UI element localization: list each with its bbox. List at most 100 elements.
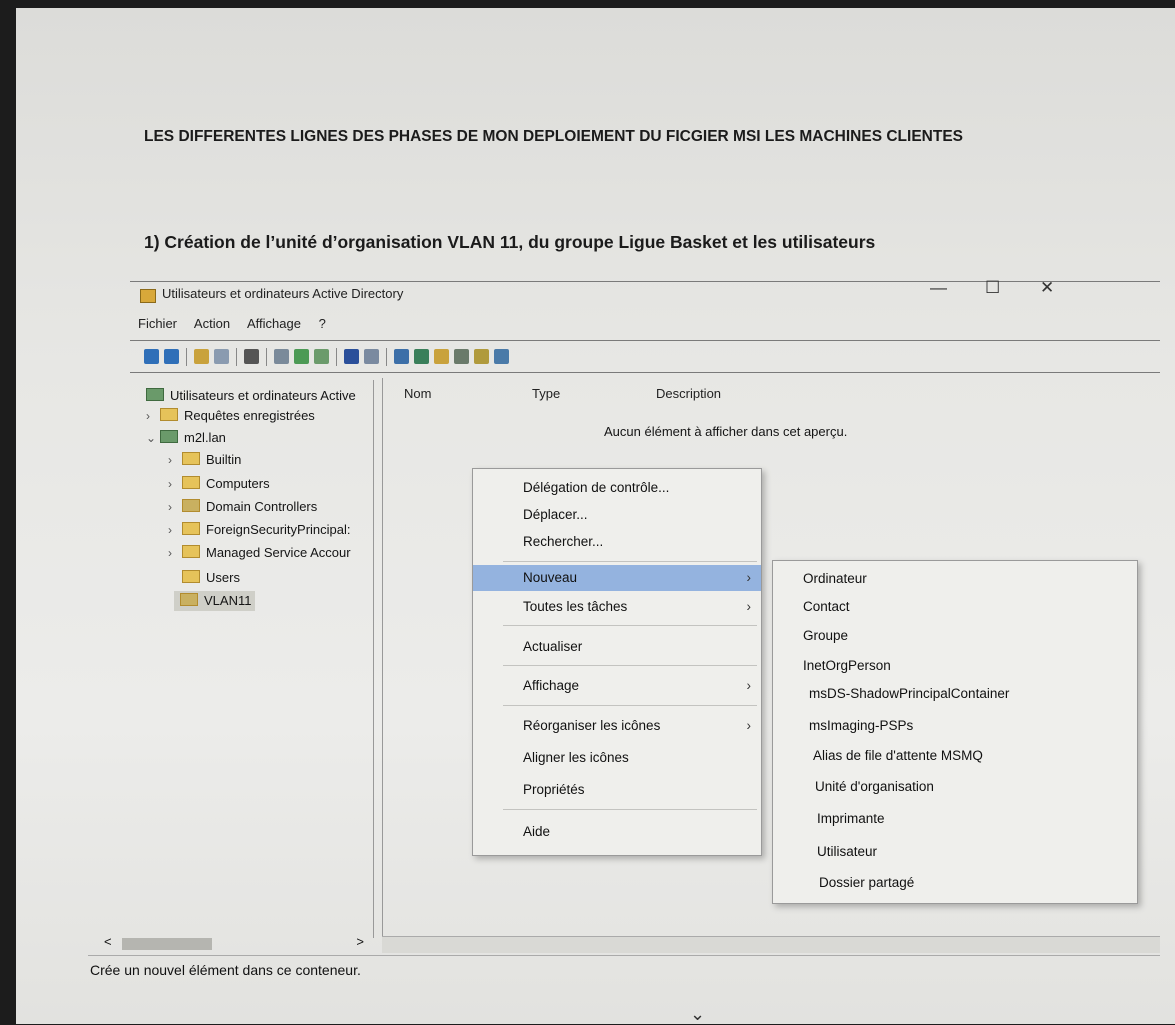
- filter-icon[interactable]: [454, 349, 469, 364]
- menu-item-reorganiser[interactable]: Réorganiser les icônes ›: [473, 713, 761, 739]
- menu-bar: Fichier Action Affichage ?: [138, 316, 340, 331]
- ad-icon: [146, 388, 164, 401]
- console-icon[interactable]: [364, 349, 379, 364]
- minimize-button[interactable]: —: [930, 278, 947, 298]
- ou-icon: [180, 593, 198, 606]
- back-icon[interactable]: [144, 349, 159, 364]
- ou-icon: [182, 499, 200, 512]
- menu-item-rechercher[interactable]: Rechercher...: [473, 529, 761, 555]
- submenu-ordinateur[interactable]: Ordinateur: [803, 567, 867, 591]
- submenu-alias-msmq[interactable]: Alias de file d'attente MSMQ: [813, 744, 983, 768]
- menu-item-deplacer[interactable]: Déplacer...: [473, 502, 761, 528]
- menu-help[interactable]: ?: [319, 316, 326, 331]
- submenu-msimaging[interactable]: msImaging-PSPs: [809, 714, 913, 738]
- chevron-down-icon: ⌄: [690, 1004, 706, 1024]
- toolbar-divider: [130, 372, 1160, 373]
- folder-icon: [182, 452, 200, 465]
- window-top-border: [130, 281, 1160, 282]
- find-icon[interactable]: [474, 349, 489, 364]
- pane-splitter[interactable]: [382, 378, 383, 948]
- section-title: 1) Création de l’unité d’organisation VL…: [144, 232, 876, 252]
- folder-icon: [182, 522, 200, 535]
- tree-foreign-security[interactable]: › ForeignSecurityPrincipal:: [168, 520, 351, 540]
- menu-action[interactable]: Action: [194, 316, 230, 331]
- submenu-inetorgperson[interactable]: InetOrgPerson: [803, 654, 891, 678]
- tree-domain-controllers[interactable]: › Domain Controllers: [168, 497, 317, 517]
- tree-builtin[interactable]: › Builtin: [168, 450, 241, 470]
- forward-icon[interactable]: [164, 349, 179, 364]
- horizontal-scrollbar[interactable]: < >: [100, 934, 370, 952]
- folder-icon: [182, 570, 200, 583]
- document-title: LES DIFFERENTES LIGNES DES PHASES DE MON…: [144, 128, 963, 145]
- context-menu: Délégation de contrôle... Déplacer... Re…: [472, 468, 762, 856]
- toolbar: [130, 346, 1160, 368]
- nouveau-submenu: Ordinateur Contact Groupe InetOrgPerson …: [772, 560, 1138, 904]
- new-ou-icon[interactable]: [434, 349, 449, 364]
- submenu-groupe[interactable]: Groupe: [803, 624, 848, 648]
- submenu-arrow-icon: ›: [746, 718, 752, 733]
- chevron-right-icon: ›: [168, 477, 172, 491]
- menu-item-aligner[interactable]: Aligner les icônes: [473, 745, 761, 771]
- ad-app-icon: [140, 289, 156, 303]
- folder-icon: [182, 545, 200, 558]
- tree-vlan11[interactable]: VLAN11: [174, 591, 256, 611]
- column-description[interactable]: Description: [656, 386, 721, 401]
- column-nom[interactable]: Nom: [404, 386, 431, 401]
- copy-icon[interactable]: [244, 349, 259, 364]
- menu-affichage[interactable]: Affichage: [247, 316, 301, 331]
- help-icon[interactable]: [344, 349, 359, 364]
- tree-managed-service[interactable]: › Managed Service Accour: [168, 543, 351, 563]
- show-tree-icon[interactable]: [214, 349, 229, 364]
- chevron-right-icon: ›: [168, 546, 172, 560]
- submenu-utilisateur[interactable]: Utilisateur: [817, 840, 877, 864]
- chevron-down-icon: ⌄: [146, 431, 157, 445]
- menubar-divider: [130, 340, 1160, 341]
- up-folder-icon[interactable]: [194, 349, 209, 364]
- chevron-right-icon: ›: [168, 500, 172, 514]
- add-to-group-icon[interactable]: [494, 349, 509, 364]
- chevron-right-icon: ›: [146, 409, 150, 423]
- scroll-right-icon[interactable]: >: [356, 934, 364, 949]
- console-tree: Utilisateurs et ordinateurs Active › Requ…: [130, 380, 374, 938]
- scroll-thumb[interactable]: [122, 938, 212, 950]
- tree-root[interactable]: Utilisateurs et ordinateurs Active: [146, 386, 356, 406]
- list-scroll-area: [382, 936, 1160, 953]
- submenu-msds-shadow[interactable]: msDS-ShadowPrincipalContainer: [809, 682, 1009, 706]
- properties-icon[interactable]: [274, 349, 289, 364]
- empty-list-message: Aucun élément à afficher dans cet aperçu…: [604, 424, 848, 439]
- chevron-right-icon: ›: [168, 523, 172, 537]
- submenu-arrow-icon: ›: [746, 570, 752, 585]
- tree-domain[interactable]: ⌄ m2l.lan: [146, 428, 226, 448]
- window-title: Utilisateurs et ordinateurs Active Direc…: [162, 286, 404, 301]
- export-icon[interactable]: [314, 349, 329, 364]
- submenu-dossier-partage[interactable]: Dossier partagé: [819, 871, 914, 895]
- folder-icon: [182, 476, 200, 489]
- maximize-button[interactable]: ☐: [985, 278, 1000, 298]
- column-type[interactable]: Type: [532, 386, 560, 401]
- tree-saved-queries[interactable]: › Requêtes enregistrées: [146, 406, 315, 426]
- new-user-icon[interactable]: [394, 349, 409, 364]
- folder-icon: [160, 408, 178, 421]
- tree-users[interactable]: Users: [182, 568, 240, 588]
- menu-item-nouveau[interactable]: Nouveau ›: [473, 565, 761, 591]
- new-group-icon[interactable]: [414, 349, 429, 364]
- menu-item-affichage[interactable]: Affichage ›: [473, 673, 761, 699]
- menu-item-proprietes[interactable]: Propriétés: [473, 777, 761, 803]
- menu-fichier[interactable]: Fichier: [138, 316, 177, 331]
- menu-item-actualiser[interactable]: Actualiser: [473, 634, 761, 660]
- menu-item-toutes-taches[interactable]: Toutes les tâches ›: [473, 594, 761, 620]
- domain-icon: [160, 430, 178, 443]
- status-bar: Crée un nouvel élément dans ce conteneur…: [90, 962, 361, 978]
- scroll-left-icon[interactable]: <: [104, 934, 112, 949]
- chevron-right-icon: ›: [168, 453, 172, 467]
- menu-item-delegation[interactable]: Délégation de contrôle...: [473, 475, 761, 501]
- submenu-arrow-icon: ›: [746, 678, 752, 693]
- submenu-imprimante[interactable]: Imprimante: [817, 807, 885, 831]
- submenu-arrow-icon: ›: [746, 599, 752, 614]
- submenu-unite-organisation[interactable]: Unité d'organisation: [815, 775, 934, 799]
- refresh-icon[interactable]: [294, 349, 309, 364]
- menu-item-aide[interactable]: Aide: [473, 819, 761, 845]
- tree-computers[interactable]: › Computers: [168, 474, 270, 494]
- close-button[interactable]: ✕: [1040, 278, 1054, 298]
- submenu-contact[interactable]: Contact: [803, 595, 850, 619]
